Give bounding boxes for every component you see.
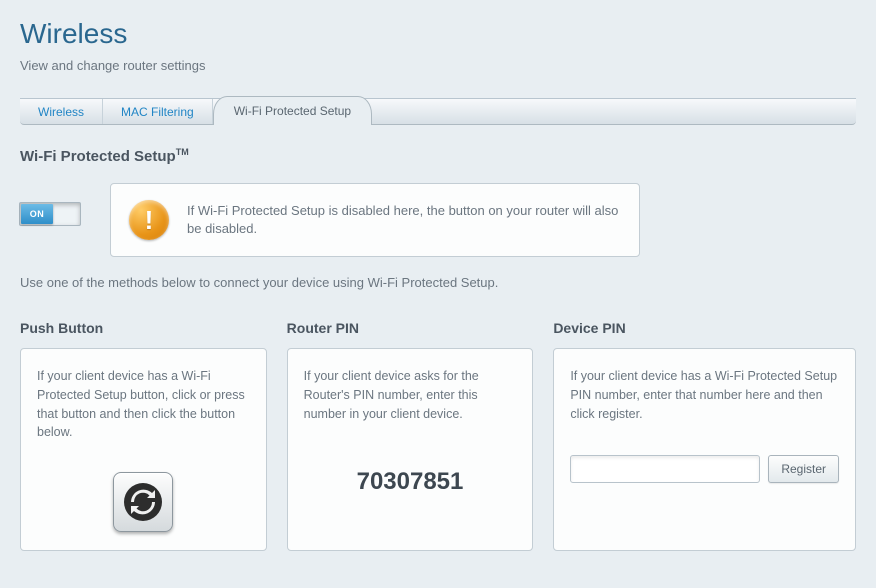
- exclamation-icon: !: [129, 200, 169, 240]
- helper-text: Use one of the methods below to connect …: [20, 275, 856, 290]
- alert-box: ! If Wi-Fi Protected Setup is disabled h…: [110, 183, 640, 257]
- router-pin-value: 70307851: [304, 468, 517, 496]
- section-title: Wi-Fi Protected SetupTM: [20, 147, 856, 165]
- section-title-text: Wi-Fi Protected Setup: [20, 148, 176, 165]
- wps-arrows-icon: [124, 483, 162, 521]
- push-button-card: If your client device has a Wi-Fi Protec…: [20, 348, 267, 551]
- router-pin-desc: If your client device asks for the Route…: [304, 367, 517, 423]
- trademark-symbol: TM: [176, 147, 189, 157]
- device-pin-desc: If your client device has a Wi-Fi Protec…: [570, 367, 839, 423]
- page-title: Wireless: [20, 18, 856, 50]
- wps-toggle[interactable]: ON: [20, 203, 80, 225]
- alert-text: If Wi-Fi Protected Setup is disabled her…: [187, 202, 621, 238]
- router-pin-card: If your client device asks for the Route…: [287, 348, 534, 551]
- tab-mac-filtering[interactable]: MAC Filtering: [103, 99, 213, 124]
- tab-wireless[interactable]: Wireless: [20, 99, 103, 124]
- wps-push-button[interactable]: [113, 472, 173, 532]
- device-pin-card: If your client device has a Wi-Fi Protec…: [553, 348, 856, 551]
- router-pin-title: Router PIN: [287, 320, 534, 336]
- tab-strip: Wireless MAC Filtering Wi-Fi Protected S…: [20, 98, 856, 125]
- push-button-title: Push Button: [20, 320, 267, 336]
- tab-wifi-protected-setup[interactable]: Wi-Fi Protected Setup: [213, 96, 372, 125]
- device-pin-title: Device PIN: [553, 320, 856, 336]
- push-button-desc: If your client device has a Wi-Fi Protec…: [37, 367, 250, 442]
- toggle-knob-on: ON: [21, 204, 53, 224]
- device-pin-input[interactable]: [570, 455, 760, 483]
- register-button[interactable]: Register: [768, 455, 839, 483]
- page-subtitle: View and change router settings: [20, 58, 856, 73]
